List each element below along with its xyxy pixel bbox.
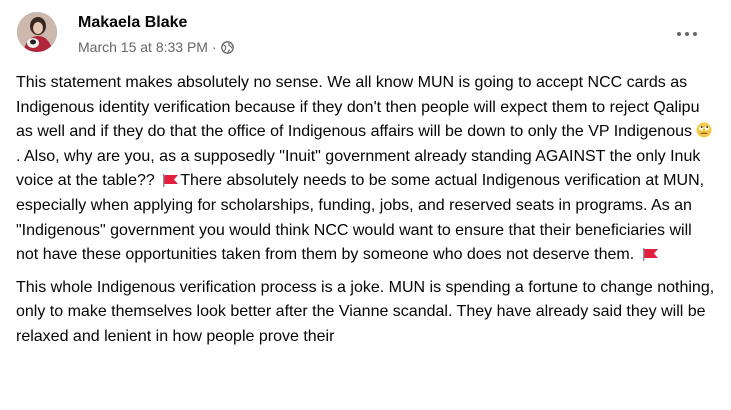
author-name[interactable]: Makaela Blake bbox=[78, 12, 187, 34]
facebook-post: Makaela Blake March 15 at 8:33 PM · This… bbox=[0, 0, 731, 410]
author-avatar[interactable] bbox=[17, 12, 57, 52]
more-dot bbox=[677, 32, 681, 36]
red-flag-emoji-icon bbox=[162, 171, 180, 188]
post-body: This statement makes absolutely no sense… bbox=[16, 71, 716, 358]
more-options-icon[interactable] bbox=[669, 22, 705, 46]
post-timestamp[interactable]: March 15 at 8:33 PM bbox=[78, 37, 208, 57]
rolling-eyes-emoji-icon bbox=[696, 122, 712, 138]
red-flag-emoji-icon bbox=[642, 245, 660, 262]
more-dot bbox=[693, 32, 697, 36]
meta-separator: · bbox=[211, 39, 217, 55]
post-paragraph-2: This whole Indigenous verification proce… bbox=[16, 278, 715, 345]
paragraph-1-text-a: This statement makes absolutely no sense… bbox=[16, 74, 700, 141]
globe-icon[interactable] bbox=[220, 40, 234, 54]
more-dot bbox=[685, 32, 689, 36]
post-paragraph-1: This statement makes absolutely no sense… bbox=[16, 71, 716, 268]
post-meta: March 15 at 8:33 PM · bbox=[78, 37, 234, 57]
